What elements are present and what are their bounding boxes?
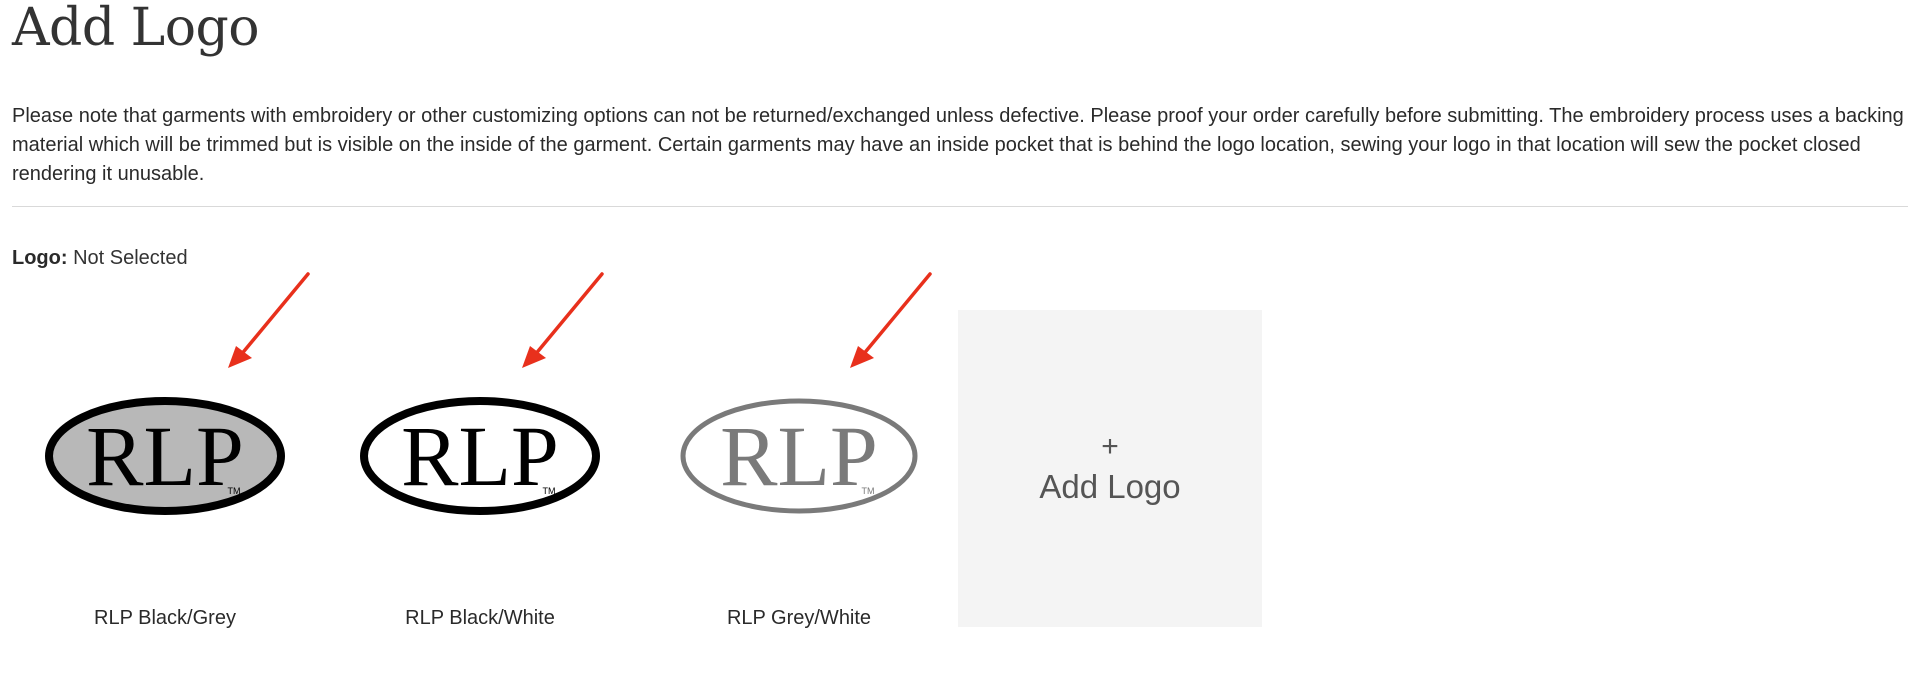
- logo-tm-text: TM: [862, 486, 875, 496]
- logo-option-caption: RLP Black/Grey: [94, 607, 236, 629]
- logo-mark-text: RLP: [720, 408, 878, 504]
- page-title: Add Logo: [12, 0, 260, 58]
- logo-option-caption: RLP Grey/White: [726, 607, 872, 629]
- logo-selection-status: Logo: Not Selected: [12, 246, 188, 270]
- divider: [12, 206, 1908, 207]
- add-logo-page: Add Logo Please note that garments with …: [0, 0, 1920, 674]
- add-logo-button[interactable]: + Add Logo: [958, 310, 1262, 627]
- logo-mark-text: RLP: [401, 408, 559, 504]
- add-logo-label: Add Logo: [1039, 468, 1181, 505]
- logo-option-rlp-grey-white[interactable]: RLP TM RLP Grey/White: [646, 310, 952, 630]
- embroidery-notice: Please note that garments with embroider…: [12, 105, 1904, 185]
- rlp-logo-image: RLP TM: [45, 397, 285, 515]
- logo-option-caption: RLP Black/White: [405, 607, 555, 629]
- logo-mark-text: RLP: [86, 408, 244, 504]
- logo-status-label: Logo:: [12, 247, 68, 269]
- logo-tm-text: TM: [543, 486, 556, 496]
- rlp-logo-image: RLP TM: [360, 397, 600, 515]
- logo-option-rlp-black-white[interactable]: RLP TM RLP Black/White: [327, 310, 633, 630]
- rlp-logo-image: RLP TM: [680, 398, 918, 514]
- plus-icon: +: [1101, 430, 1119, 463]
- logo-tm-text: TM: [228, 486, 241, 496]
- logo-option-rlp-black-grey[interactable]: RLP TM RLP Black/Grey: [12, 310, 318, 630]
- logo-status-value: Not Selected: [73, 247, 188, 269]
